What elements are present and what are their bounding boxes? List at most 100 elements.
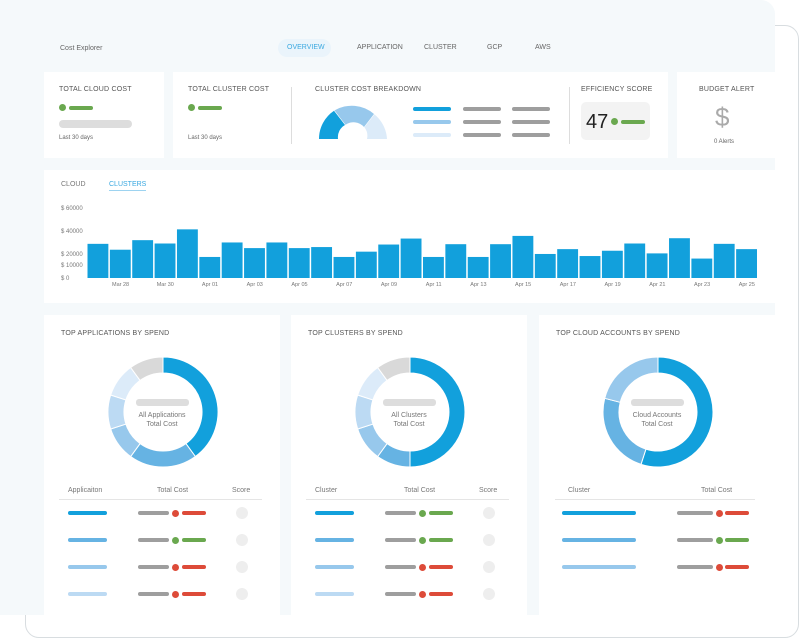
name-placeholder [562, 565, 636, 569]
cost-placeholder [677, 511, 713, 515]
score-indicator [483, 561, 495, 573]
bar-apr-21[interactable] [646, 253, 668, 278]
tab-application[interactable]: APPLICATION [357, 44, 403, 51]
bar-apr-15[interactable] [512, 235, 534, 278]
cost-placeholder [677, 565, 713, 569]
bar-apr-03[interactable] [244, 248, 265, 278]
bar-apr-07[interactable] [333, 256, 355, 278]
x-tick-label: Apr 21 [649, 282, 665, 288]
bar-apr-22[interactable] [669, 238, 690, 278]
trend-bar [429, 565, 453, 569]
bar-apr-02[interactable] [221, 242, 243, 278]
x-tick-label: Apr 03 [247, 282, 263, 288]
trend-bar [725, 565, 749, 569]
bar-mar-29[interactable] [132, 240, 154, 278]
column-header[interactable]: Total Cost [701, 487, 732, 494]
column-header[interactable]: Cluster [568, 487, 590, 494]
trend-dot [172, 590, 179, 598]
cost-placeholder [677, 538, 713, 542]
score-indicator [483, 507, 495, 519]
trend-dot [716, 509, 723, 517]
bar-apr-25[interactable] [736, 249, 757, 278]
y-tick-label: $ 20000 [61, 252, 83, 258]
alerts-count[interactable]: 0 Alerts [714, 139, 734, 145]
trend-bar [621, 120, 645, 124]
panel-title: TOP CLUSTERS BY SPEND [308, 330, 403, 337]
bar-apr-04[interactable] [266, 242, 288, 278]
header-divider [555, 499, 755, 500]
efficiency-score: 47 [586, 111, 609, 133]
x-tick-label: Apr 19 [605, 282, 621, 288]
trend-bar [725, 538, 749, 542]
bar-apr-11[interactable] [423, 256, 444, 278]
tab-cluster[interactable]: CLUSTER [424, 44, 457, 51]
budget-alert-card: BUDGET ALERT $ 0 Alerts [677, 72, 775, 158]
cost-placeholder [385, 538, 416, 542]
card-caption: Last 30 days [188, 135, 223, 141]
bar-apr-13[interactable] [467, 256, 489, 278]
x-tick-label: Mar 30 [157, 282, 174, 288]
column-header[interactable]: Total Cost [404, 487, 435, 494]
donut-center-label: Total Cost [641, 421, 673, 428]
donut-slice[interactable] [129, 442, 197, 468]
bar-apr-17[interactable] [557, 249, 579, 278]
efficiency-score-box: 47 [581, 102, 650, 140]
total-placeholder [136, 399, 189, 406]
bar-apr-18[interactable] [579, 256, 601, 278]
bar-apr-24[interactable] [713, 243, 735, 278]
bar-apr-23[interactable] [691, 258, 713, 278]
trend-dot [716, 563, 723, 571]
bar-apr-09[interactable] [378, 244, 400, 278]
total-placeholder [631, 399, 684, 406]
bar-apr-14[interactable] [490, 244, 511, 278]
donut-slice[interactable] [604, 356, 659, 403]
bar-apr-12[interactable] [445, 244, 467, 278]
y-tick-label: $ 10000 [61, 263, 83, 269]
tab-overview[interactable]: OVERVIEW [287, 44, 325, 51]
bar-mar-27[interactable] [87, 243, 109, 278]
bar-mar-30[interactable] [154, 243, 176, 279]
tab-gcp[interactable]: GCP [487, 44, 502, 51]
bar-apr-19[interactable] [601, 250, 623, 278]
name-placeholder [68, 511, 107, 515]
x-tick-label: Apr 15 [515, 282, 531, 288]
x-tick-label: Apr 07 [336, 282, 352, 288]
bar-apr-05[interactable] [288, 248, 310, 278]
bar-apr-08[interactable] [355, 251, 377, 278]
bar-apr-20[interactable] [624, 243, 646, 279]
cost-placeholder [138, 565, 169, 569]
bar-mar-31[interactable] [176, 229, 198, 278]
bar-mar-28[interactable] [109, 249, 131, 278]
header-divider [59, 499, 262, 500]
card-title: BUDGET ALERT [699, 86, 755, 93]
trend-dot [172, 536, 179, 544]
bar-apr-06[interactable] [311, 247, 333, 278]
donut-slice[interactable] [602, 397, 647, 465]
column-header[interactable]: Cluster [315, 487, 337, 494]
legend-bar [463, 120, 501, 124]
legend-bar [413, 120, 451, 124]
cost-placeholder [385, 592, 416, 596]
trend-bar [429, 592, 453, 596]
trend-dot [419, 509, 426, 517]
panel-applications: TOP APPLICATIONS BY SPEND All Application… [44, 315, 280, 615]
column-header[interactable]: Score [479, 487, 497, 494]
score-indicator [236, 588, 248, 600]
bar-apr-16[interactable] [534, 253, 556, 278]
name-placeholder [315, 511, 354, 515]
donut-slice[interactable] [162, 356, 219, 458]
column-header[interactable]: Applicaiton [68, 487, 102, 494]
bar-apr-10[interactable] [400, 238, 422, 278]
tab-aws[interactable]: AWS [535, 44, 551, 51]
column-header[interactable]: Total Cost [157, 487, 188, 494]
column-header[interactable]: Score [232, 487, 250, 494]
trend-dot [716, 536, 723, 544]
cost-placeholder [138, 592, 169, 596]
score-indicator [236, 534, 248, 546]
legend-bar [463, 107, 501, 111]
dollar-icon: $ [715, 102, 730, 132]
bar-apr-01[interactable] [199, 256, 221, 278]
header-divider [306, 499, 509, 500]
x-tick-label: Apr 25 [739, 282, 755, 288]
value-placeholder [69, 106, 93, 110]
